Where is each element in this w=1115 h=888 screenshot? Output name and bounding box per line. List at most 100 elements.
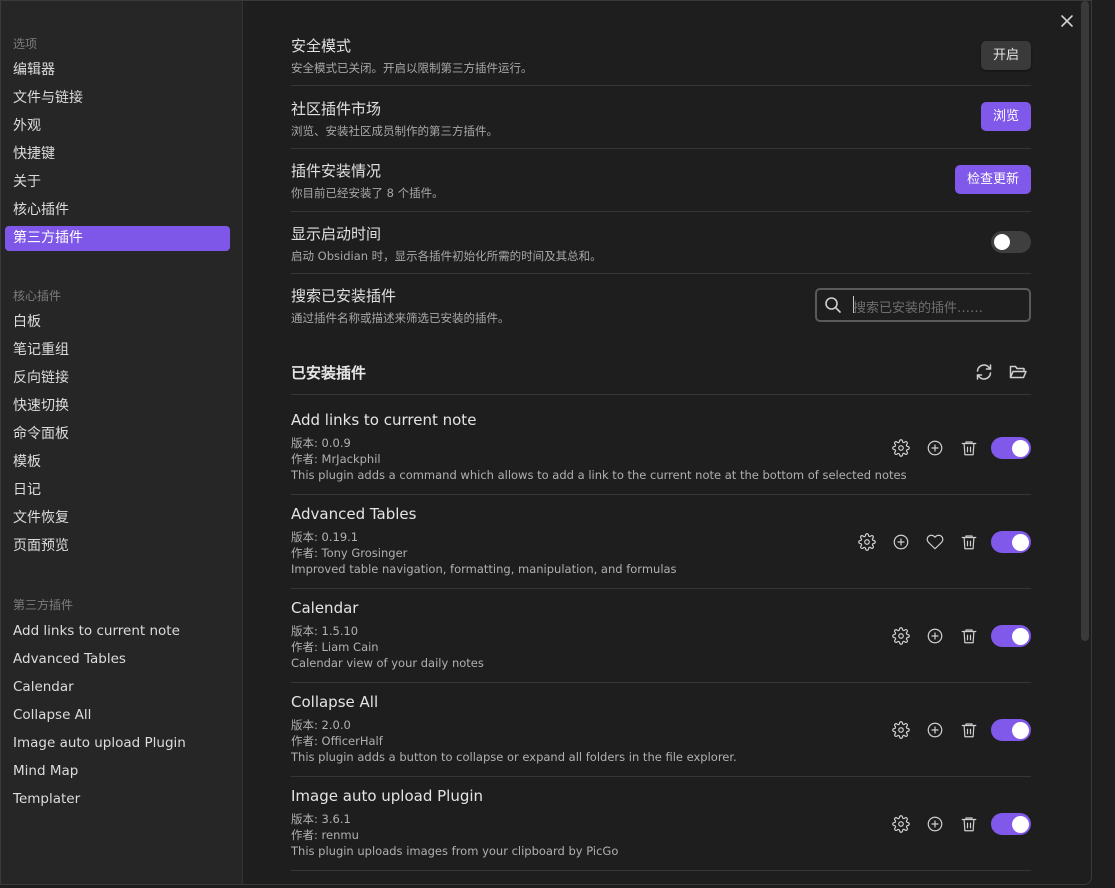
sidebar-item-appearance[interactable]: 外观 [5,114,230,139]
sidebar-item-plugin[interactable]: Add links to current note [5,619,230,644]
sidebar-item-files-links[interactable]: 文件与链接 [5,86,230,111]
heart-icon[interactable] [926,533,944,555]
plugin-row: Add links to current note 版本: 0.0.9 作者: Mr… [291,411,1031,495]
plus-circle-icon[interactable] [926,439,944,461]
sidebar-heading-third-party: 第三方插件 [13,598,74,612]
gear-icon[interactable] [858,533,876,555]
sidebar-heading-options: 选项 [13,37,38,51]
setting-name: 显示启动时间 [291,225,382,243]
trash-icon[interactable] [960,721,978,743]
trash-icon[interactable] [960,627,978,649]
plugin-row: Collapse All 版本: 2.0.0 作者: OfficerHalf This… [291,693,1031,777]
plugin-version: 版本: 1.5.10 [291,624,359,638]
startup-time-toggle[interactable] [991,231,1031,253]
plugin-version: 版本: 3.6.1 [291,812,351,826]
toggle-knob [1012,627,1029,645]
sidebar-item-templates[interactable]: 模板 [5,450,230,475]
close-icon[interactable] [1059,13,1075,33]
sidebar-item-quick-switcher[interactable]: 快速切换 [5,394,230,419]
setting-description: 浏览、安装社区成员制作的第三方插件。 [291,124,498,138]
sidebar-item-plugin[interactable]: Image auto upload Plugin [5,731,230,756]
plugin-enable-toggle[interactable] [991,625,1031,647]
plus-circle-icon[interactable] [926,627,944,649]
refresh-icon[interactable] [974,362,994,386]
safe-mode-button[interactable]: 开启 [980,41,1031,70]
setting-name: 插件安装情况 [291,162,382,180]
sidebar-item-plugin[interactable]: Templater [5,787,230,812]
sidebar-heading-core: 核心插件 [13,289,62,303]
search-placeholder: 搜索已安装的插件…… [853,301,984,316]
plugin-enable-toggle[interactable] [991,719,1031,741]
plugin-name: Add links to current note [291,411,477,429]
plugin-description: This plugin adds a command which allows … [291,468,907,482]
setting-install-status: 插件安装情况 你目前已经安装了 8 个插件。 检查更新 [291,160,1031,212]
sidebar-item-hotkeys[interactable]: 快捷键 [5,142,230,167]
sidebar-item-plugin[interactable]: Calendar [5,675,230,700]
setting-description: 安全模式已关闭。开启以限制第三方插件运行。 [291,61,533,75]
sidebar-item-core-plugins[interactable]: 核心插件 [5,198,230,223]
search-input[interactable]: 搜索已安装的插件…… [815,288,1031,322]
gear-icon[interactable] [892,721,910,743]
plugin-enable-toggle[interactable] [991,813,1031,835]
setting-description: 启动 Obsidian 时，显示各插件初始化所需的时间及其总和。 [291,249,602,263]
setting-name: 社区插件市场 [291,100,382,118]
gear-icon[interactable] [892,815,910,837]
plugin-description: Calendar view of your daily notes [291,656,484,670]
sidebar-item-page-preview[interactable]: 页面预览 [5,534,230,559]
setting-name: 安全模式 [291,37,352,55]
plugin-enable-toggle[interactable] [991,437,1031,459]
sidebar-item-plugin[interactable]: Collapse All [5,703,230,728]
sidebar-item-command-palette[interactable]: 命令面板 [5,422,230,447]
plus-circle-icon[interactable] [926,721,944,743]
toggle-knob [994,234,1010,250]
plugin-author: 作者: MrJackphil [291,452,381,466]
sidebar-item-editor[interactable]: 编辑器 [5,58,230,83]
plugin-author: 作者: OfficerHalf [291,734,383,748]
plugin-description: This plugin adds a button to collapse or… [291,750,737,764]
folder-open-icon[interactable] [1008,362,1028,386]
plugin-version: 版本: 2.0.0 [291,718,351,732]
sidebar-item-daily-notes[interactable]: 日记 [5,478,230,503]
plugin-name: Advanced Tables [291,505,417,523]
setting-startup-time: 显示启动时间 启动 Obsidian 时，显示各插件初始化所需的时间及其总和。 [291,223,1031,274]
installed-plugins-header: 已安装插件 [291,354,1031,395]
sidebar-item-plugin[interactable]: Mind Map [5,759,230,784]
plugin-author: 作者: renmu [291,828,359,842]
plugin-name: Calendar [291,599,359,617]
search-icon [824,296,842,318]
toggle-knob [1012,721,1029,739]
sidebar-item-about[interactable]: 关于 [5,170,230,195]
trash-icon[interactable] [960,815,978,837]
sidebar-item-canvas[interactable]: 白板 [5,310,230,335]
trash-icon[interactable] [960,533,978,555]
plugin-row: Calendar 版本: 1.5.10 作者: Liam Cain Calendar … [291,599,1031,683]
plugin-description: Improved table navigation, formatting, m… [291,562,677,576]
gear-icon[interactable] [892,439,910,461]
plus-circle-icon[interactable] [926,815,944,837]
sidebar-item-file-recovery[interactable]: 文件恢复 [5,506,230,531]
toggle-knob [1012,533,1029,551]
sidebar-item-plugin[interactable]: Advanced Tables [5,647,230,672]
toggle-knob [1012,815,1029,833]
settings-sidebar: 选项 编辑器 文件与链接 外观 快捷键 关于 核心插件 第三方插件 核心插件 白… [1,1,243,884]
plugin-author: 作者: Tony Grosinger [291,546,408,560]
plugin-row: Advanced Tables 版本: 0.19.1 作者: Tony Grosin… [291,505,1031,589]
toggle-knob [1012,439,1029,457]
sidebar-item-note-composer[interactable]: 笔记重组 [5,338,230,363]
gear-icon[interactable] [892,627,910,649]
plugin-description: This plugin uploads images from your cli… [291,844,619,858]
sidebar-item-backlinks[interactable]: 反向链接 [5,366,230,391]
setting-community-market: 社区插件市场 浏览、安装社区成员制作的第三方插件。 浏览 [291,98,1031,149]
plus-circle-icon[interactable] [892,533,910,555]
trash-icon[interactable] [960,439,978,461]
check-updates-button[interactable]: 检查更新 [954,165,1031,194]
plugin-name: Image auto upload Plugin [291,787,484,805]
plugin-version: 版本: 0.19.1 [291,530,359,544]
plugin-enable-toggle[interactable] [991,531,1031,553]
sidebar-item-community-plugins[interactable]: 第三方插件 [5,226,230,251]
browse-button[interactable]: 浏览 [980,102,1031,131]
installed-plugins-title: 已安装插件 [291,364,367,382]
setting-description: 你目前已经安装了 8 个插件。 [291,186,444,200]
scrollbar[interactable] [1081,1,1089,641]
setting-safe-mode: 安全模式 安全模式已关闭。开启以限制第三方插件运行。 开启 [291,35,1031,86]
